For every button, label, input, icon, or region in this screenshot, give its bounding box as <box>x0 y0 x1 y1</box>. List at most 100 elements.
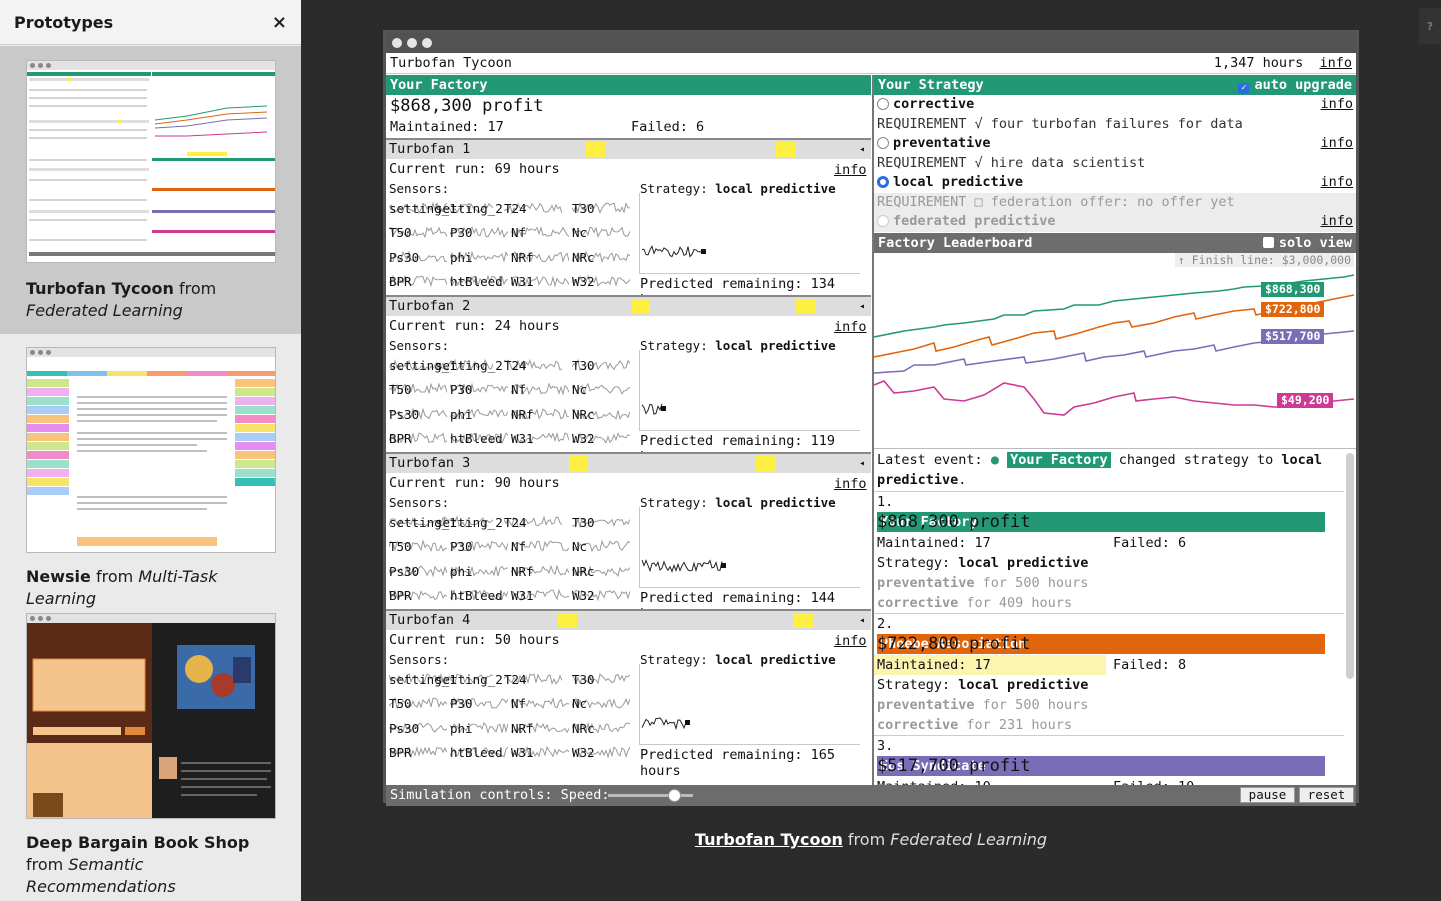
leaderboard-title: Factory Leaderboard <box>878 234 1033 251</box>
turbofan-header[interactable]: Turbofan 4 ◂ <box>386 611 871 630</box>
sensor-label: setting_2 <box>435 515 503 530</box>
entry-stats: Maintained: 17 Failed: 6 <box>874 533 1344 553</box>
sensor-label: T30 <box>572 515 595 530</box>
caption-title[interactable]: Turbofan Tycoon <box>695 830 843 849</box>
prototype-window: Turbofan Tycoon 1,347 hours info Your Fa… <box>383 30 1359 806</box>
factory-header: Your Factory <box>386 75 871 95</box>
collapse-icon[interactable]: ◂ <box>859 140 865 159</box>
sensor-label: htBleed <box>450 274 503 289</box>
strategy-option[interactable]: federated predictive info <box>874 212 1356 232</box>
card-title: Deep Bargain Book Shop <box>26 833 250 852</box>
caption-source: Federated Learning <box>890 830 1048 849</box>
latest-event: Latest event: ● Your Factory changed str… <box>874 449 1344 491</box>
factory-stats: Maintained: 17 Failed: 6 <box>386 117 871 138</box>
prediction-plot <box>639 193 860 274</box>
leaderboard-entry: 1.Your Factory $868,300 profit Maintained:… <box>874 490 1344 613</box>
entry-header: 3.Eos Syndicate <box>874 734 1344 776</box>
auto-upgrade-toggle[interactable]: ✓ auto upgrade <box>1238 75 1352 95</box>
solo-view-toggle[interactable]: solo view <box>1262 233 1352 253</box>
strategy-option-label: corrective <box>893 96 975 112</box>
event-dot-icon: ● <box>990 451 999 468</box>
sensor-label: BPR <box>389 274 412 289</box>
entry-history: preventative for 500 hours <box>874 695 1344 715</box>
sensor-label: T50 <box>389 225 412 240</box>
turbofan-info-link[interactable]: info <box>834 319 867 335</box>
prediction-trace <box>641 559 726 573</box>
prediction-trace <box>641 403 666 415</box>
radio-selected-icon[interactable] <box>877 176 889 188</box>
strategy-info-link[interactable]: info <box>1320 212 1353 232</box>
strategy-info-link[interactable]: info <box>1320 95 1353 115</box>
speed-slider-handle[interactable] <box>668 789 682 802</box>
help-button[interactable]: ? <box>1419 8 1441 44</box>
strategy-option[interactable]: preventative info <box>874 134 1356 154</box>
card-title: Newsie <box>26 567 91 586</box>
question-icon: ? <box>1426 19 1434 33</box>
strategy-option[interactable]: corrective info <box>874 95 1356 115</box>
entry-strategy: Strategy: local predictive <box>874 553 1344 573</box>
sensor-label: Nf <box>511 539 527 554</box>
leaderboard-tag-phoebe: $722,800 <box>1261 301 1325 317</box>
strategy-options: corrective info REQUIREMENT √ four turbofa… <box>874 95 1356 232</box>
failure-marker <box>558 613 577 628</box>
turbofan-info-link[interactable]: info <box>834 476 867 492</box>
strategy-info-link[interactable]: info <box>1320 134 1353 154</box>
prediction-plot <box>639 664 860 745</box>
radio-icon[interactable] <box>877 137 889 149</box>
turbofan-block: Turbofan 3 ◂ Current run: 90 hours info Sens… <box>386 452 871 622</box>
radio-icon[interactable] <box>877 215 889 227</box>
sensor-label: W31 <box>511 588 534 603</box>
entry-stats: Maintained: 17 Failed: 8 <box>874 654 1344 675</box>
sensor-label: W32 <box>572 274 595 289</box>
sensor-label: Ps30 <box>389 564 420 579</box>
checkbox-checked-icon[interactable]: ✓ <box>1238 83 1250 94</box>
card-from: from <box>95 567 134 586</box>
sensor-label: Nf <box>511 696 527 711</box>
sensor-label: Nf <box>511 382 527 397</box>
feed-scrollbar[interactable] <box>1346 452 1354 679</box>
prototype-card-newsie[interactable]: Newsie from Multi-Task Learning <box>0 334 301 608</box>
prototype-card-book-shop[interactable]: Deep Bargain Book Shop from Semantic Rec… <box>0 600 301 900</box>
current-run: Current run: 50 hours <box>389 632 560 648</box>
book-shop-thumbnail <box>26 613 276 819</box>
strategy-option[interactable]: local predictive info <box>874 173 1356 193</box>
newsie-thumbnail <box>26 347 276 553</box>
window-dot-icon <box>407 38 417 48</box>
failure-marker <box>796 299 815 314</box>
strategy-header: Your Strategy ✓ auto upgrade <box>874 75 1356 95</box>
entry-strategy-value: local predictive <box>958 676 1089 693</box>
reset-button[interactable]: reset <box>1299 787 1354 803</box>
checkbox-icon[interactable] <box>1262 236 1274 248</box>
sensor-label: phi <box>450 721 473 736</box>
turbofan-info-link[interactable]: info <box>834 162 867 178</box>
turbofan-header[interactable]: Turbofan 2 ◂ <box>386 297 871 316</box>
prototype-card-turbofan[interactable]: Turbofan Tycoon from Federated Learning <box>0 46 301 334</box>
collapse-icon[interactable]: ◂ <box>859 297 865 316</box>
current-run: Current run: 24 hours <box>389 318 560 334</box>
collapse-icon[interactable]: ◂ <box>859 611 865 630</box>
sensor-label: Nc <box>572 696 588 711</box>
sensor-label: phi <box>450 250 473 265</box>
pause-button[interactable]: pause <box>1240 787 1295 803</box>
leaderboard-entries: 1.Your Factory $868,300 profit Maintained:… <box>874 490 1344 785</box>
leaderboard-feed[interactable]: Latest event: ● Your Factory changed str… <box>874 449 1356 785</box>
turbofan-header[interactable]: Turbofan 1 ◂ <box>386 140 871 159</box>
failure-marker <box>586 142 605 157</box>
turbofan-thumbnail-image <box>27 72 275 256</box>
collapse-icon[interactable]: ◂ <box>859 454 865 473</box>
header-info-link[interactable]: info <box>1319 55 1352 71</box>
entry-header: 2.Phoebe Association <box>874 612 1344 654</box>
history-duration: for 500 hours <box>974 574 1089 591</box>
entry-strategy: Strategy: local predictive <box>874 675 1344 695</box>
prediction-marker <box>661 406 666 411</box>
app-content: Turbofan Tycoon 1,347 hours info Your Fa… <box>386 53 1356 785</box>
close-icon[interactable]: × <box>272 12 287 33</box>
hours-display: 1,347 hours info <box>1214 53 1352 73</box>
entry-rank: 1. <box>877 493 894 510</box>
turbofan-info-link[interactable]: info <box>834 633 867 649</box>
strategy-info-link[interactable]: info <box>1320 173 1353 193</box>
sensor-label: Nc <box>572 539 588 554</box>
sensor-label: Nf <box>511 225 527 240</box>
radio-icon[interactable] <box>877 98 889 110</box>
turbofan-header[interactable]: Turbofan 3 ◂ <box>386 454 871 473</box>
